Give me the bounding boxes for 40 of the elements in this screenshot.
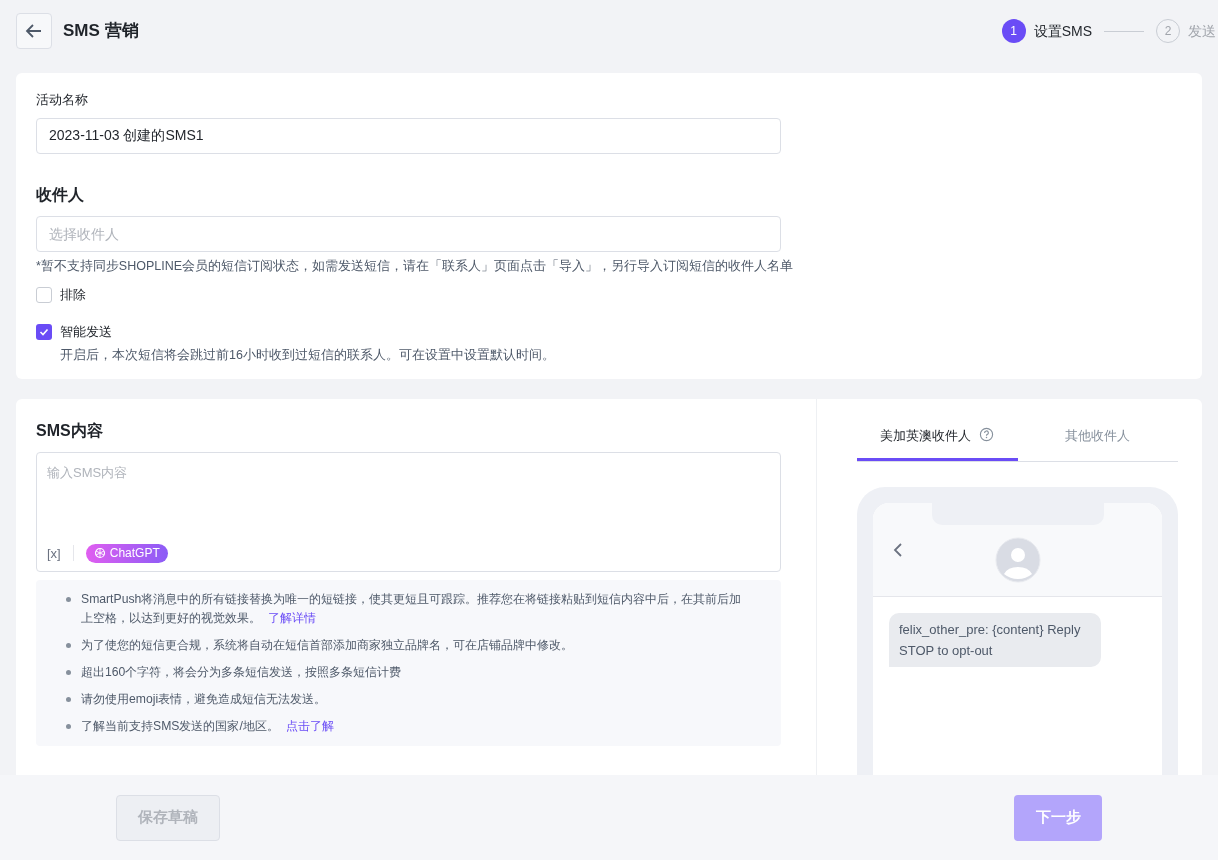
avatar-icon [994,537,1041,583]
chevron-left-icon [893,543,903,557]
option-description: 开启后，本次短信将会跳过前16小时收到过短信的联系人。可在设置中设置默认时间。 [60,347,556,365]
checkbox-label: 智能发送 [60,322,112,341]
bullet-icon [66,724,71,729]
bullet-icon [66,643,71,648]
step-number: 1 [1001,19,1026,43]
tip-link[interactable]: 点击了解 [286,719,335,733]
chatgpt-button[interactable]: ChatGPT [85,543,168,563]
tip-text: 为了使您的短信更合规，系统将自动在短信首部添加商家独立品牌名，可在店铺品牌中修改。 [81,637,573,654]
section-title: 收件人 [36,184,85,205]
back-button[interactable] [16,13,52,49]
checkbox[interactable] [36,287,52,303]
bullet-icon [66,697,71,702]
openai-logo-icon [93,547,106,560]
field-label: 活动名称 [36,91,89,109]
preview-tab[interactable]: 美加英澳收件人 [857,426,1018,461]
placeholder-text: 输入SMS内容 [47,464,129,482]
step-label: 设置SMS [1033,22,1092,41]
page-title: SMS 营销 [63,20,139,43]
step-label: 发送 [1188,22,1216,41]
back-arrow-icon [25,22,43,40]
recipients-field[interactable]: 选择收件人 [36,215,781,252]
sms-content-field[interactable]: 输入SMS内容 [x] ChatGPT [36,452,781,572]
recipients-note: *暂不支持同步SHOPLINE会员的短信订阅状态，如需发送短信，请在「联系人」页面点击「导入」，另行导入订阅短信的收件人名单 [36,257,795,275]
checkbox-label: 排除 [60,286,86,305]
tip-text: 了解当前支持SMS发送的国家/地区。 点击了解 [81,718,335,735]
tip-text: SmartPush将消息中的所有链接替换为唯一的短链接，使其更短且可跟踪。推荐您在将链接粘贴到短信内容中后，在其前后加上空格，以达到更好的视觉效果。 了解详情 [81,591,743,627]
campaign-name-field[interactable]: 2023-11-03 创建的SMS1 [36,117,781,154]
variable-button[interactable]: [x] [47,543,61,563]
checkbox[interactable] [36,323,52,340]
section-title: SMS内容 [36,421,104,441]
checkmark-icon [39,326,49,337]
bullet-icon [66,670,71,675]
tip-text: 超出160个字符，将会分为多条短信发送，按照多条短信计费 [81,664,402,681]
preview-tab[interactable]: 其他收件人 [1017,426,1178,461]
tip-text: 请勿使用emoji表情，避免造成短信无法发送。 [81,691,327,708]
bullet-icon [66,597,71,602]
tip-link[interactable]: 了解详情 [268,611,317,625]
message-bubble: felix_other_pre: {content} Reply STOP to opt-out [889,613,1101,667]
